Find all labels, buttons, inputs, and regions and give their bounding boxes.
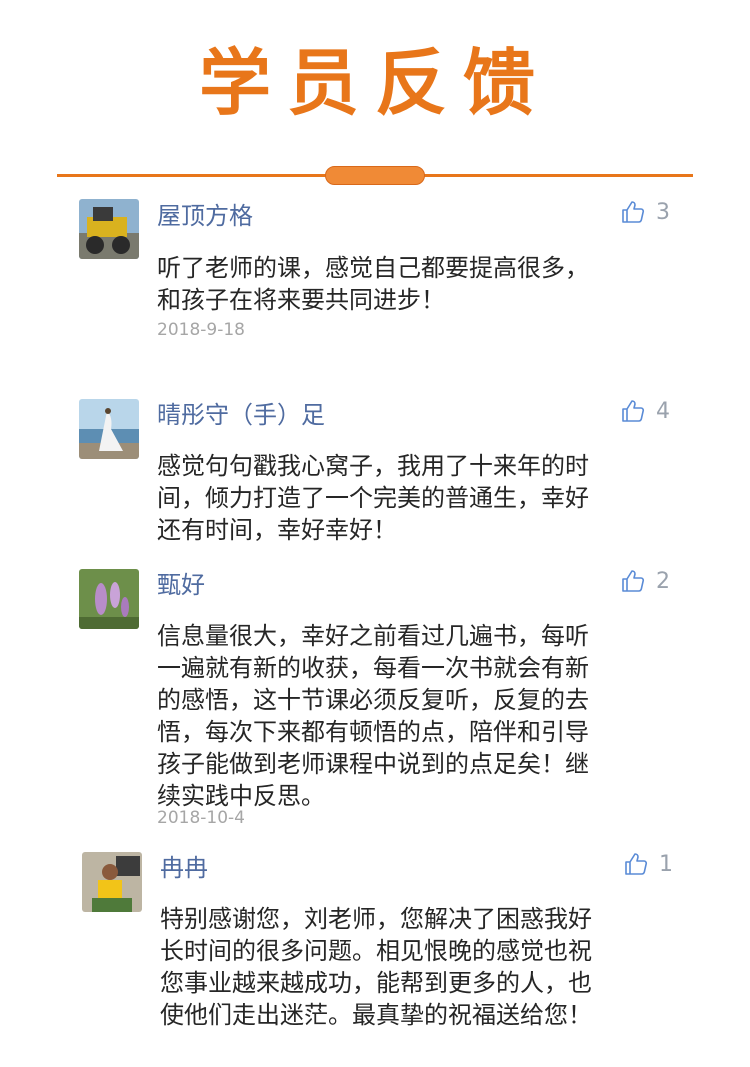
avatar[interactable] [79, 399, 139, 459]
comment-line: 感觉句句戳我心窝子，我用了十来年的时 [157, 452, 589, 480]
comment-line: 信息量很大，幸好之前看过几遍书，每听 [157, 622, 589, 650]
thumbs-up-icon [620, 199, 646, 225]
like-count: 3 [656, 199, 670, 225]
commenter-name[interactable]: 屋顶方格 [157, 201, 253, 231]
comment-line: 还有时间，幸好幸好！ [157, 516, 397, 544]
like-button[interactable]: 3 [620, 199, 670, 225]
comment-text: 感觉句句戳我心窝子，我用了十来年的时 间，倾力打造了一个完美的普通生，幸好 还有… [157, 450, 667, 546]
comment-line: 悟，每次下来都有顿悟的点，陪伴和引导 [157, 718, 589, 746]
comment-date: 2018-9-18 [157, 320, 245, 340]
thumbs-up-icon [623, 851, 649, 877]
avatar[interactable] [79, 569, 139, 629]
comment-line: 一遍就有新的收获，每看一次书就会有新 [157, 654, 589, 682]
commenter-name[interactable]: 冉冉 [160, 853, 208, 883]
like-button[interactable]: 4 [620, 398, 670, 424]
thumbs-up-icon [620, 398, 646, 424]
comment-text: 听了老师的课，感觉自己都要提高很多， 和孩子在将来要共同进步！ [157, 252, 667, 316]
comment-date: 2018-10-4 [157, 808, 245, 828]
avatar[interactable] [82, 852, 142, 912]
like-count: 1 [659, 851, 673, 877]
thumbs-up-icon [620, 568, 646, 594]
commenter-name[interactable]: 甄好 [157, 570, 205, 600]
page-title: 学员反馈 [198, 41, 551, 125]
comment-line: 使他们走出迷茫。最真挚的祝福送给您！ [160, 1001, 592, 1029]
comment-text: 特别感谢您，刘老师，您解决了困惑我好 长时间的很多问题。相见恨晚的感觉也祝 您事… [160, 903, 670, 1031]
like-count: 4 [656, 398, 670, 424]
like-button[interactable]: 1 [623, 851, 673, 877]
comment-line: 长时间的很多问题。相见恨晚的感觉也祝 [160, 937, 592, 965]
comment-line: 和孩子在将来要共同进步！ [157, 286, 445, 314]
comment-line: 间，倾力打造了一个完美的普通生，幸好 [157, 484, 589, 512]
avatar[interactable] [79, 199, 139, 259]
comment-line: 的感悟，这十节课必须反复听，反复的去 [157, 686, 589, 714]
title-divider-ornament [325, 166, 425, 185]
commenter-name[interactable]: 晴彤守（手）足 [157, 400, 325, 430]
comment-line: 听了老师的课，感觉自己都要提高很多， [157, 254, 589, 282]
like-count: 2 [656, 568, 670, 594]
like-button[interactable]: 2 [620, 568, 670, 594]
comment-line: 孩子能做到老师课程中说到的点足矣！继 [157, 750, 589, 778]
comment-line: 您事业越来越成功，能帮到更多的人，也 [160, 969, 592, 997]
comment-text: 信息量很大，幸好之前看过几遍书，每听 一遍就有新的收获，每看一次书就会有新 的感… [157, 620, 667, 812]
comment-line: 特别感谢您，刘老师，您解决了困惑我好 [160, 905, 592, 933]
